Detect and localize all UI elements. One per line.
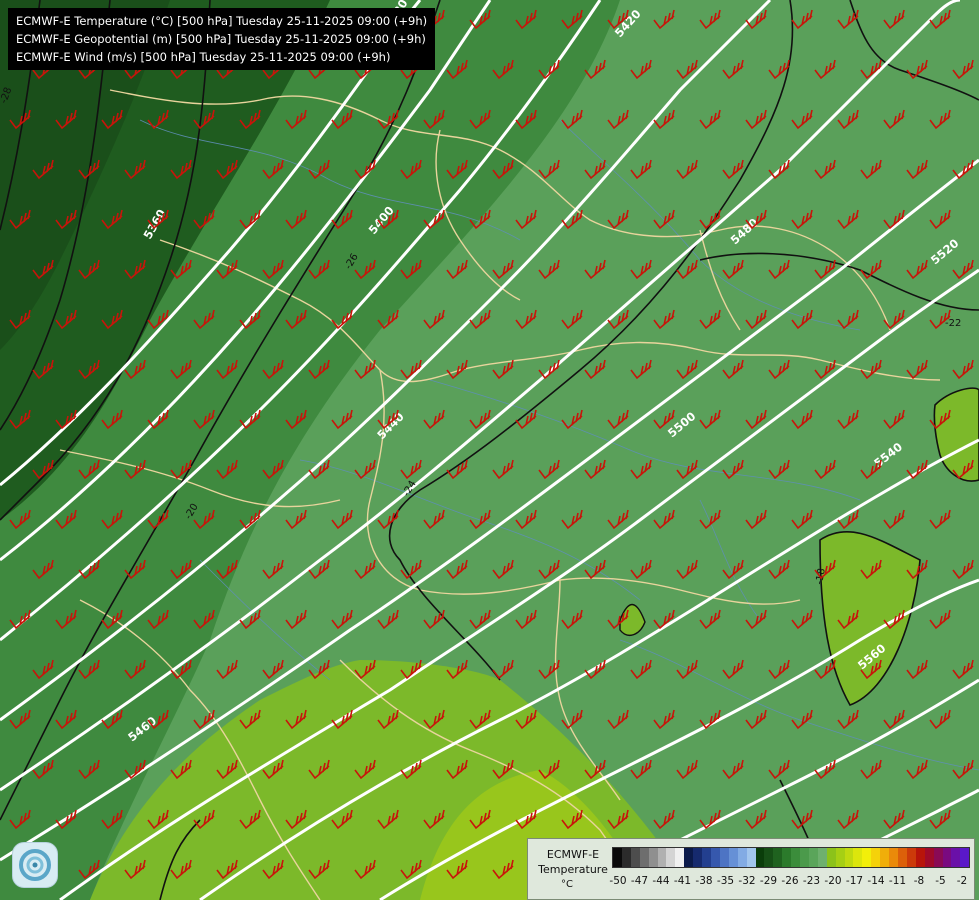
legend-tick-label: -29 bbox=[759, 875, 778, 887]
legend-swatch bbox=[871, 848, 881, 867]
map-title-box: ECMWF-E Temperature (°C) [500 hPa] Tuesd… bbox=[8, 8, 436, 70]
legend-tick-label: -5 bbox=[935, 875, 946, 887]
legend-swatch bbox=[826, 848, 836, 867]
legend-swatch bbox=[924, 848, 934, 867]
legend-swatch bbox=[889, 848, 898, 867]
legend-tick-label: -14 bbox=[867, 875, 885, 887]
legend-swatch bbox=[835, 848, 845, 867]
provider-logo bbox=[12, 842, 58, 888]
legend-swatch bbox=[800, 848, 809, 867]
legend-ticks: -50 -47 -44 -41 -38 -35 -32 -29 -26 -23 -20 -17 -14-… bbox=[609, 875, 968, 889]
legend-swatch bbox=[915, 848, 925, 867]
temperature-title: ECMWF-E Temperature (°C) [500 hPa] Tuesd… bbox=[16, 14, 428, 28]
legend-swatch bbox=[791, 848, 801, 867]
legend-swatch bbox=[844, 848, 854, 867]
legend-swatch bbox=[755, 848, 765, 867]
legend-swatch bbox=[693, 848, 703, 867]
legend-tick-label: -38 bbox=[695, 875, 713, 887]
geopotential-title: ECMWF-E Geopotential (m) [500 hPa] Tuesd… bbox=[16, 32, 426, 46]
legend-title: ECMWF-E bbox=[546, 848, 600, 861]
legend-swatch bbox=[737, 848, 747, 867]
legend-swatch bbox=[621, 848, 631, 867]
legend-color-scale bbox=[612, 847, 970, 868]
legend-tick-label: -32 bbox=[738, 875, 756, 887]
legend-tick-label: -2 bbox=[956, 875, 968, 887]
legend-swatch bbox=[853, 848, 863, 867]
temperature-legend: ECMWF-E Temperature °C -50 -47 -44 -41 -38 -3… bbox=[527, 838, 975, 900]
swirl-logo-icon bbox=[19, 849, 51, 881]
legend-swatch bbox=[648, 848, 658, 867]
legend-tick-label: -23 bbox=[802, 875, 821, 887]
legend-swatch bbox=[702, 848, 711, 867]
legend-swatch bbox=[639, 848, 649, 867]
legend-tick-label: -41 bbox=[673, 875, 692, 887]
legend-tick-label: -47 bbox=[630, 875, 649, 887]
legend-swatch bbox=[666, 848, 676, 867]
legend-swatch bbox=[862, 848, 872, 867]
legend-swatch bbox=[951, 848, 961, 867]
legend-swatch bbox=[746, 848, 756, 867]
legend-swatch bbox=[782, 848, 792, 867]
legend-swatch bbox=[719, 848, 729, 867]
legend-variable: Temperature bbox=[538, 863, 608, 876]
legend-swatch bbox=[942, 848, 952, 867]
legend-swatch bbox=[728, 848, 738, 867]
legend-swatch bbox=[630, 848, 640, 867]
legend-swatch bbox=[764, 848, 774, 867]
legend-swatch bbox=[657, 848, 667, 867]
legend-tick-label: -8 bbox=[913, 875, 925, 887]
legend-swatch bbox=[710, 848, 720, 867]
legend-tick-label: -20 bbox=[824, 875, 842, 887]
legend-swatch bbox=[808, 848, 818, 867]
legend-swatch bbox=[898, 848, 907, 867]
wind-title: ECMWF-E Wind (m/s) [500 hPa] Tuesday 25-… bbox=[16, 50, 391, 64]
legend-swatch bbox=[933, 848, 943, 867]
legend-tick-label: -50 bbox=[609, 875, 627, 887]
legend-swatch bbox=[880, 848, 890, 867]
legend-tick-label: -44 bbox=[652, 875, 670, 887]
legend-swatch bbox=[960, 848, 970, 867]
legend-swatch bbox=[906, 848, 916, 867]
legend-unit: °C bbox=[561, 879, 573, 890]
legend-swatch bbox=[817, 848, 827, 867]
legend-swatch bbox=[675, 848, 685, 867]
legend-swatch bbox=[684, 848, 694, 867]
legend-swatch bbox=[613, 848, 622, 867]
weather-map: 5360 5380 5400 5420 5440 5460 5480 5500 … bbox=[0, 0, 979, 900]
legend-swatch bbox=[773, 848, 783, 867]
legend-tick-label: -26 bbox=[781, 875, 799, 887]
legend-tick-label: -35 bbox=[716, 875, 735, 887]
legend-tick-label: -17 bbox=[845, 875, 864, 887]
legend-tick-label: -11 bbox=[888, 875, 907, 887]
isotherm-label: -22 bbox=[945, 318, 961, 329]
